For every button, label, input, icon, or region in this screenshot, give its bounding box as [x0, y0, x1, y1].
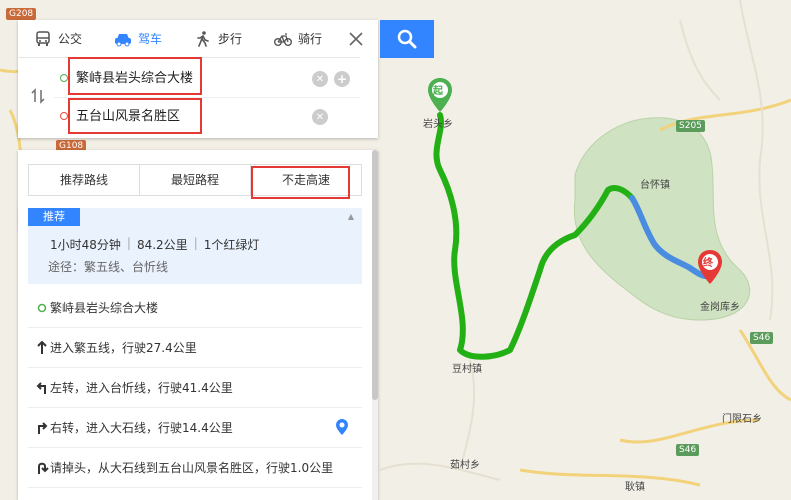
straight-arrow-icon	[34, 340, 50, 356]
step-text: 左转，进入台忻线，行驶41.4公里	[50, 381, 233, 395]
place-label-taihuai: 台怀镇	[640, 180, 670, 191]
list-item[interactable]: 右转，进入大石线，行驶14.4公里	[28, 408, 362, 448]
u-turn-icon	[34, 460, 50, 476]
search-icon	[397, 29, 417, 49]
list-item[interactable]: 请掉头，从大石线到五台山风景名胜区，行驶1.0公里	[28, 448, 362, 488]
clear-start-icon[interactable]: ✕	[312, 71, 328, 87]
mode-car[interactable]: 驾车	[98, 20, 178, 58]
walk-icon	[194, 30, 212, 48]
road-badge-s46-a: S46	[750, 332, 774, 344]
route-search-panel: 公交 驾车 步行 骑行 繁峙县岩头综合大楼 ✕ + 五台山风景名胜区 ✕	[18, 20, 378, 138]
route-steps: 繁峙县岩头综合大楼 进入繁五线，行驶27.4公里 左转，进入台忻线，行驶41.4…	[28, 288, 362, 488]
road-badge-g208: G208	[6, 8, 37, 20]
mode-bike[interactable]: 骑行	[258, 20, 338, 58]
route-distance: 84.2公里	[136, 238, 188, 252]
route-stats: 1小时48分钟 | 84.2公里 | 1个红绿灯	[50, 236, 259, 253]
swap-direction-icon[interactable]	[28, 86, 48, 106]
bike-icon	[273, 30, 292, 48]
road-badge-s46-b: S46	[676, 444, 700, 456]
mode-bus-label: 公交	[57, 32, 82, 46]
list-item[interactable]: 左转，进入台忻线，行驶41.4公里	[28, 368, 362, 408]
mode-car-label: 驾车	[137, 32, 162, 46]
start-dot-icon	[34, 300, 50, 316]
turn-left-icon	[34, 380, 50, 396]
place-label-doucun: 豆村镇	[452, 364, 482, 375]
mode-bike-label: 骑行	[297, 32, 322, 46]
route-summary[interactable]: 推荐 ▲ 1小时48分钟 | 84.2公里 | 1个红绿灯 途径：繁五线、台忻线	[28, 208, 362, 284]
end-marker-label: 终	[703, 258, 713, 269]
start-marker-icon[interactable]: 起	[428, 78, 452, 112]
step-text: 进入繁五线，行驶27.4公里	[50, 341, 197, 355]
step-text: 繁峙县岩头综合大楼	[50, 301, 159, 315]
mode-bus[interactable]: 公交	[18, 20, 98, 58]
turn-right-icon	[34, 420, 50, 436]
start-dot-icon	[60, 74, 68, 82]
stat-separator: |	[193, 236, 198, 250]
mode-walk-label: 步行	[217, 32, 242, 46]
route-time: 1小时48分钟	[50, 238, 121, 252]
close-icon[interactable]	[345, 28, 367, 50]
route-lights: 1个红绿灯	[203, 238, 260, 252]
clear-end-icon[interactable]: ✕	[312, 109, 328, 125]
recommended-badge: 推荐	[28, 208, 80, 226]
tab-recommended[interactable]: 推荐路线	[29, 165, 140, 195]
collapse-icon[interactable]: ▲	[348, 212, 354, 221]
road-badge-s205: S205	[676, 120, 705, 132]
list-item[interactable]: 繁峙县岩头综合大楼	[28, 288, 362, 328]
car-icon	[114, 30, 132, 48]
mode-walk[interactable]: 步行	[178, 20, 258, 58]
step-text: 请掉头，从大石线到五台山风景名胜区，行驶1.0公里	[50, 461, 334, 475]
stat-separator: |	[126, 236, 131, 250]
route-via: 途径：繁五线、台忻线	[48, 260, 169, 274]
highlight-box-start	[68, 57, 202, 95]
end-marker-icon[interactable]: 终	[698, 250, 722, 284]
route-result-panel: 推荐路线 最短路程 不走高速 推荐 ▲ 1小时48分钟 | 84.2公里 | 1…	[18, 150, 378, 500]
search-button[interactable]	[380, 20, 434, 58]
list-item[interactable]: 进入繁五线，行驶27.4公里	[28, 328, 362, 368]
place-label-yantou: 岩头乡	[423, 119, 453, 130]
highlight-box-no-highway	[251, 166, 350, 199]
tab-shortest[interactable]: 最短路程	[140, 165, 251, 195]
scrollbar-thumb[interactable]	[372, 150, 378, 400]
place-label-gengzhen: 耿镇	[625, 482, 645, 493]
place-label-jingangku: 金岗库乡	[700, 302, 740, 313]
step-text: 右转，进入大石线，行驶14.4公里	[50, 421, 233, 435]
end-dot-icon	[60, 112, 68, 120]
transport-mode-bar: 公交 驾车 步行 骑行	[18, 20, 360, 58]
location-pin-icon[interactable]	[336, 419, 348, 438]
highlight-box-end	[68, 98, 202, 134]
place-label-rucun: 茹村乡	[450, 460, 480, 471]
place-label-menxianshi: 门限石乡	[722, 414, 762, 425]
bus-icon	[34, 30, 52, 48]
add-waypoint-icon[interactable]: +	[334, 71, 350, 87]
start-marker-label: 起	[433, 86, 443, 97]
scrollbar[interactable]	[372, 150, 378, 500]
